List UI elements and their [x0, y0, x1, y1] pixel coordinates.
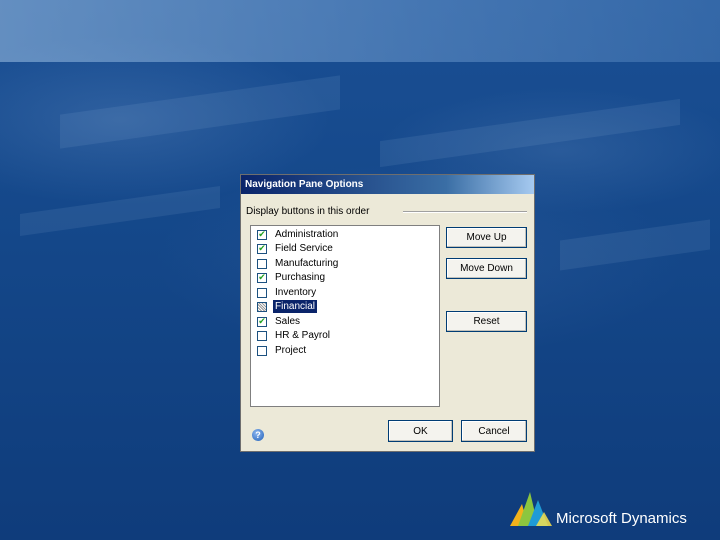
- checkbox-unchecked[interactable]: [257, 330, 267, 341]
- list-item-label: Project: [275, 345, 307, 356]
- background-streak: [20, 185, 220, 237]
- list-item-project[interactable]: Project: [257, 344, 308, 357]
- list-item-hr-payroll[interactable]: HR & Payrol: [257, 329, 332, 342]
- list-item-label: Manufacturing: [275, 258, 339, 269]
- list-item-label: Inventory: [275, 287, 317, 298]
- list-item-label: HR & Payrol: [275, 330, 331, 341]
- top-banner: [0, 0, 720, 62]
- microsoft-dynamics-logo: Microsoft Dynamics: [508, 488, 713, 530]
- cancel-button[interactable]: Cancel: [461, 420, 527, 442]
- background-streak: [60, 75, 340, 149]
- list-item-sales[interactable]: ✔ Sales: [257, 315, 302, 328]
- background-streak: [560, 219, 710, 271]
- move-up-button[interactable]: Move Up: [446, 227, 527, 248]
- dialog-title: Navigation Pane Options: [241, 175, 534, 194]
- move-down-button[interactable]: Move Down: [446, 258, 527, 279]
- list-item-label: Purchasing: [275, 272, 326, 283]
- button-order-list[interactable]: ✔ Administration ✔ Field Service Manufac…: [250, 225, 440, 407]
- list-item-administration[interactable]: ✔ Administration: [257, 228, 340, 241]
- reset-button[interactable]: Reset: [446, 311, 527, 332]
- caption-divider: [403, 211, 527, 213]
- checkbox-checked[interactable]: ✔: [257, 316, 267, 327]
- checkbox-checked[interactable]: ✔: [257, 229, 267, 240]
- ok-button[interactable]: OK: [388, 420, 453, 442]
- list-item-financial[interactable]: Financial: [257, 300, 318, 313]
- list-item-manufacturing[interactable]: Manufacturing: [257, 257, 340, 270]
- checkbox-checked[interactable]: ✔: [257, 243, 267, 254]
- list-item-purchasing[interactable]: ✔ Purchasing: [257, 271, 327, 284]
- checkbox-unchecked[interactable]: [257, 287, 267, 298]
- list-item-label: Financial: [273, 300, 318, 313]
- checkbox-indeterminate[interactable]: [257, 301, 267, 312]
- help-icon[interactable]: ?: [252, 429, 264, 441]
- list-item-inventory[interactable]: Inventory: [257, 286, 318, 299]
- background-streak: [380, 98, 680, 168]
- list-item-label: Administration: [275, 229, 339, 240]
- list-item-field-service[interactable]: ✔ Field Service: [257, 242, 335, 255]
- checkbox-unchecked[interactable]: [257, 345, 267, 356]
- list-caption: Display buttons in this order: [246, 206, 370, 217]
- logo-wordmark: Microsoft Dynamics: [556, 510, 687, 527]
- navigation-pane-options-dialog: Navigation Pane Options Display buttons …: [240, 174, 535, 452]
- dynamics-logo-icon: [510, 492, 552, 526]
- checkbox-checked[interactable]: ✔: [257, 272, 267, 283]
- list-item-label: Sales: [275, 316, 301, 327]
- checkbox-unchecked[interactable]: [257, 258, 267, 269]
- list-item-label: Field Service: [275, 243, 333, 254]
